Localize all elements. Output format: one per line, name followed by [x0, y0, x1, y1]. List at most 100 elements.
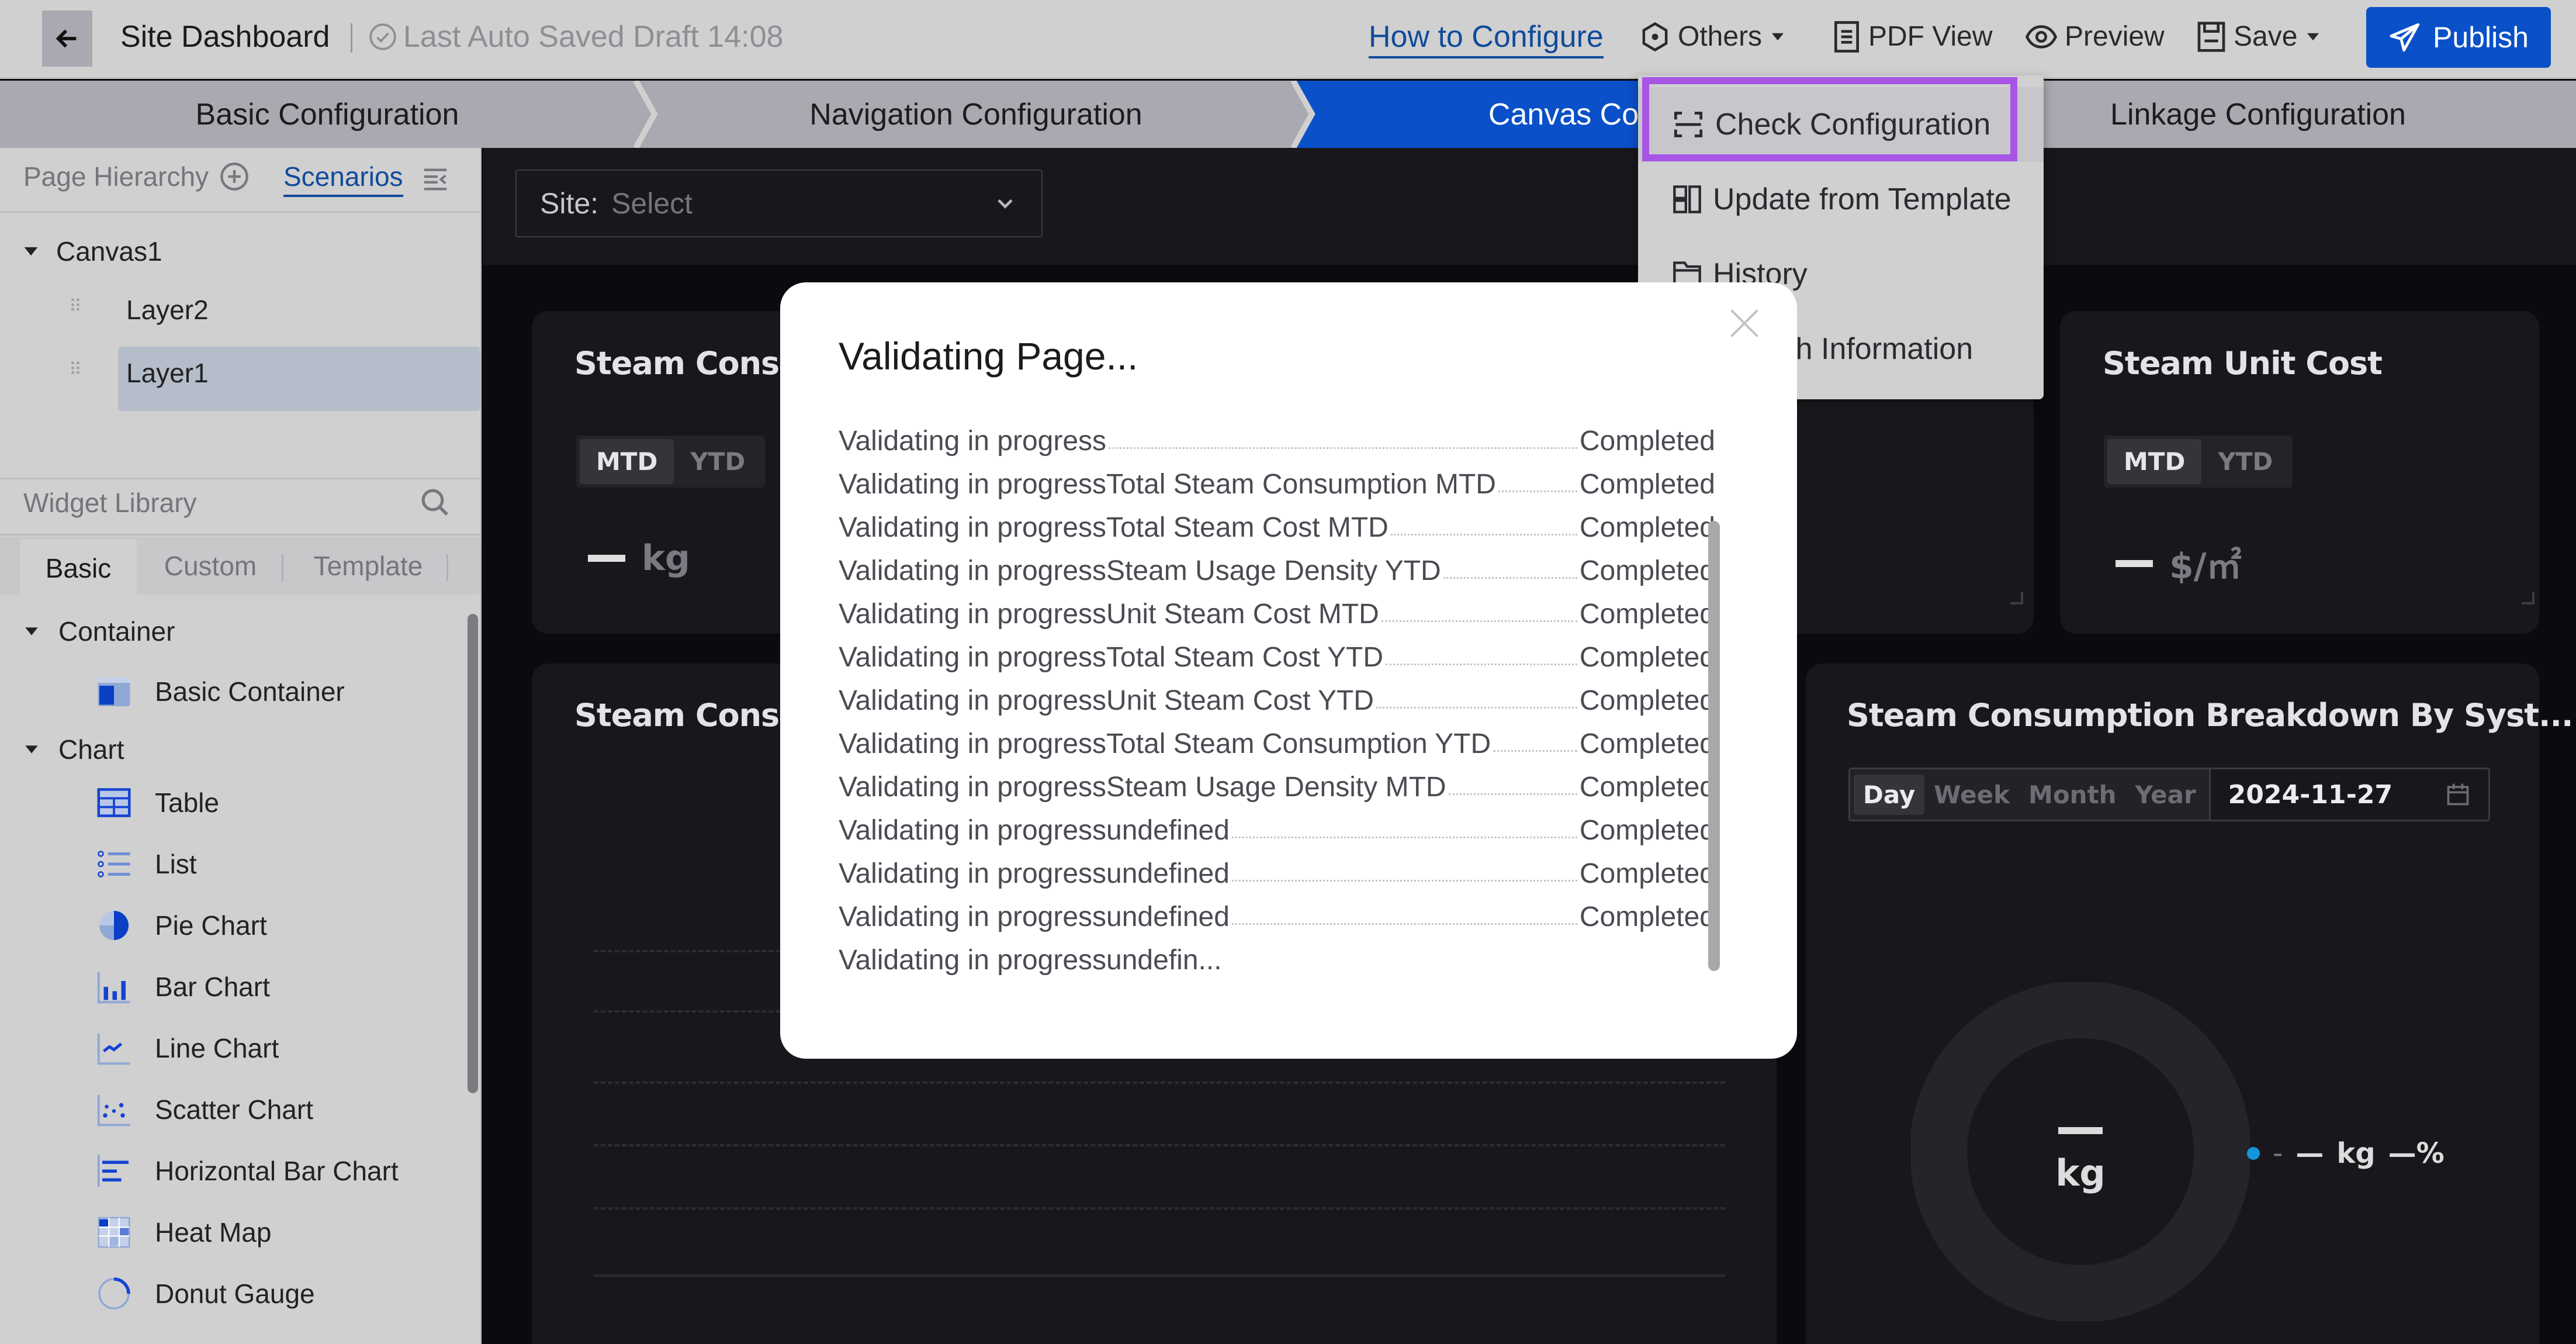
page-title: Site Dashboard [120, 20, 330, 54]
tab-separator [282, 554, 283, 581]
date-value: 2024-11-27 [2228, 779, 2393, 810]
dotted-leader [1231, 837, 1577, 838]
others-menu-button[interactable]: Others [1639, 18, 1786, 56]
send-icon [2390, 23, 2420, 52]
how-to-configure-link[interactable]: How to Configure [1369, 18, 1604, 58]
autosave-text: Last Auto Saved Draft 14:08 [403, 20, 784, 54]
validation-row: Validating in progressTotal Steam Consum… [839, 457, 1715, 500]
period-day[interactable]: Day [1854, 774, 1925, 815]
annotation-highlight-box [1642, 77, 2017, 161]
floppy-disk-icon [2197, 22, 2225, 52]
widget-donut-gauge[interactable]: Donut Gauge [96, 1276, 315, 1311]
scenarios-link[interactable]: Scenarios [283, 161, 403, 197]
modal-scrollbar[interactable] [1708, 521, 1720, 971]
validation-row: Validating in progressUnit Steam Cost YT… [839, 673, 1715, 717]
canvas1-label: Canvas1 [56, 236, 162, 267]
widget-label: Horizontal Bar Chart [155, 1156, 399, 1186]
toggle-ytd[interactable]: YTD [674, 439, 761, 484]
back-button[interactable] [42, 11, 92, 67]
donut-legend-item[interactable]: - — kg —% [2247, 1137, 2445, 1170]
widget-line-chart[interactable]: Line Chart [96, 1031, 279, 1066]
tab-basic[interactable]: Basic [20, 539, 137, 597]
kpi-placeholder-dash [2115, 559, 2153, 567]
tree-item-layer1[interactable]: Layer1 [126, 357, 209, 389]
caret-down-icon [25, 627, 38, 635]
horizontal-bar-chart-icon [97, 1155, 129, 1187]
page-hierarchy-label: Page Hierarchy [23, 161, 209, 192]
chart-gridline [594, 1144, 1725, 1146]
chart-axis-line [594, 1274, 1725, 1277]
preview-button[interactable]: Preview [2025, 18, 2165, 56]
kpi-placeholder-dash [588, 555, 625, 562]
tree-item-layer2[interactable]: Layer2 [126, 294, 209, 326]
caret-down-icon [24, 247, 38, 256]
menu-item-update-from-template[interactable]: Update from Template [1638, 162, 2044, 237]
dotted-leader [1443, 577, 1577, 579]
config-steps: Basic Configuration Navigation Configura… [0, 81, 2576, 148]
widget-list[interactable]: List [96, 847, 197, 882]
validation-row: Validating in progressSteam Usage Densit… [839, 544, 1715, 587]
resize-handle-icon[interactable] [2010, 592, 2023, 604]
container-icon [98, 677, 130, 706]
step-navigation-configuration[interactable]: Navigation Configuration [655, 81, 1297, 148]
publish-label: Publish [2433, 21, 2529, 54]
pdf-view-button[interactable]: PDF View [1832, 18, 1993, 56]
date-picker[interactable]: 2024-11-27 [2211, 769, 2488, 820]
heat-map-icon [98, 1217, 130, 1248]
resize-handle-icon[interactable] [2522, 592, 2535, 604]
tree-item-canvas1[interactable]: Canvas1 [21, 236, 162, 267]
period-week[interactable]: Week [1924, 775, 2019, 815]
validation-item-label: Validating in progressundefined [839, 815, 1230, 846]
widget-heat-map[interactable]: Heat Map [96, 1215, 271, 1250]
publish-button[interactable]: Publish [2366, 7, 2551, 68]
group-chart[interactable]: Chart [22, 734, 124, 765]
add-circle-icon[interactable] [219, 161, 250, 192]
widget-bar-chart[interactable]: Bar Chart [96, 969, 270, 1004]
validation-status: Completed [1579, 685, 1715, 716]
arrow-left-icon [56, 29, 77, 48]
widget-label: Line Chart [155, 1033, 279, 1063]
card-title: Steam Unit Cost [2103, 345, 2383, 382]
check-circle-icon [369, 23, 396, 50]
page-hierarchy-header: Page Hierarchy [23, 161, 250, 192]
dotted-leader [1381, 620, 1577, 622]
widget-label: Heat Map [155, 1217, 272, 1248]
toggle-mtd[interactable]: MTD [2107, 439, 2202, 484]
pdf-view-label: PDF View [1868, 21, 1993, 52]
search-icon[interactable] [418, 486, 451, 519]
tab-template[interactable]: Template [298, 537, 438, 595]
toggle-ytd[interactable]: YTD [2201, 439, 2289, 484]
period-toggle: MTD YTD [2104, 436, 2293, 488]
group-container[interactable]: Container [22, 616, 175, 647]
period-selector: Day Week Month Year 2024-11-27 [1848, 768, 2490, 821]
drag-handle-icon[interactable]: ⠿ [69, 361, 83, 379]
validation-item-label: Validating in progressTotal Steam Consum… [839, 728, 1491, 759]
period-year[interactable]: Year [2126, 775, 2205, 815]
dotted-leader [1493, 750, 1577, 752]
list-icon [98, 851, 130, 877]
drag-handle-icon[interactable]: ⠿ [69, 298, 83, 316]
chart-gridline [594, 1207, 1725, 1210]
close-icon[interactable] [1727, 306, 1762, 341]
validation-status: Completed [1579, 555, 1715, 586]
widget-scatter-chart[interactable]: Scatter Chart [96, 1092, 313, 1127]
collapse-menu-icon[interactable] [422, 165, 449, 192]
sidebar-scrollbar[interactable] [468, 614, 478, 1093]
widget-basic-container[interactable]: Basic Container [96, 674, 345, 709]
validation-status: Completed [1579, 858, 1715, 889]
validation-row: Validating in progressundefin... [839, 933, 1715, 976]
save-button[interactable]: Save [2196, 18, 2322, 56]
widget-table[interactable]: Table [96, 785, 219, 820]
widget-pie-chart[interactable]: Pie Chart [96, 908, 267, 943]
period-toggle: MTD YTD [576, 436, 766, 488]
toggle-mtd[interactable]: MTD [580, 439, 674, 484]
site-select[interactable]: Site: Select [515, 170, 1043, 237]
validation-row: Validating in progressundefined Completed [839, 803, 1715, 847]
validation-item-label: Validating in progressundefined [839, 901, 1230, 932]
tab-custom[interactable]: Custom [146, 537, 275, 595]
card-title: Steam Consumption Breakdown By Syst... [1847, 697, 2574, 734]
validation-item-label: Validating in progressUnit Steam Cost MT… [839, 599, 1379, 630]
widget-horizontal-bar-chart[interactable]: Horizontal Bar Chart [96, 1153, 399, 1188]
period-month[interactable]: Month [2019, 775, 2126, 815]
step-basic-configuration[interactable]: Basic Configuration [0, 81, 655, 148]
